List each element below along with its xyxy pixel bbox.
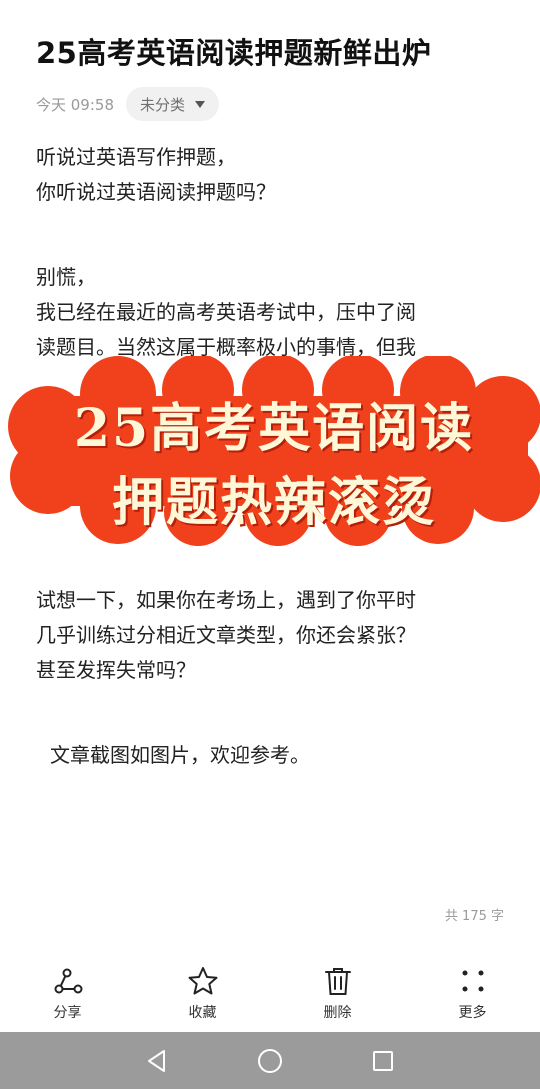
note-body-lower[interactable]: 试想一下，如果你在考场上，遇到了你平时 几乎训练过分相近文章类型，你还会紧张？ … — [36, 583, 506, 773]
body-line: 文章截图如图片，欢迎参考。 — [50, 743, 310, 767]
bottom-toolbar: 分享 收藏 删除 更多 — [0, 958, 540, 1032]
banner-subheadline: 押题热辣滚烫 — [111, 472, 436, 533]
favorite-label: 收藏 — [188, 1005, 217, 1021]
body-line: 听说过英语写作押题， — [36, 145, 236, 169]
system-navigation-bar — [0, 1032, 540, 1089]
caret-down-icon — [195, 100, 206, 108]
word-count: 共 175 字 — [444, 909, 504, 924]
share-button[interactable]: 分享 — [0, 958, 135, 1032]
note-title: 25高考英语阅读押题新鲜出炉 — [36, 36, 432, 70]
recents-square-icon — [373, 1050, 394, 1071]
trash-icon — [324, 968, 351, 995]
more-dots-icon — [462, 970, 483, 992]
home-circle-icon — [257, 1048, 282, 1073]
more-button[interactable]: 更多 — [405, 958, 540, 1032]
body-line: 别慌， — [36, 265, 96, 289]
back-triangle-icon — [147, 1049, 165, 1072]
delete-label: 删除 — [323, 1005, 352, 1021]
body-line: 我已经在最近的高考英语考试中，压中了阅 — [36, 300, 416, 324]
note-time: 今天 09:58 — [36, 95, 114, 114]
recents-button[interactable] — [365, 1043, 401, 1079]
category-label: 未分类 — [140, 95, 186, 114]
category-dropdown[interactable]: 未分类 — [126, 87, 220, 121]
star-icon — [188, 967, 217, 995]
favorite-button[interactable]: 收藏 — [135, 958, 270, 1032]
body-line: 几乎训练过分相近文章类型，你还会紧张？ — [36, 623, 416, 647]
promo-banner-image: 25高考英语阅读 押题热辣滚烫 — [8, 356, 540, 546]
more-label: 更多 — [458, 1005, 487, 1021]
home-button[interactable] — [252, 1043, 288, 1079]
back-button[interactable] — [139, 1043, 175, 1079]
delete-button[interactable]: 删除 — [270, 958, 405, 1032]
body-line: 甚至发挥失常吗？ — [36, 658, 196, 682]
share-icon — [54, 968, 82, 994]
body-line: 试想一下，如果你在考场上，遇到了你平时 — [36, 588, 416, 612]
body-line: 你听说过英语阅读押题吗？ — [36, 180, 276, 204]
banner-headline: 25高考英语阅读 — [73, 398, 475, 459]
meta-row: 今天 09:58 未分类 — [36, 86, 220, 122]
share-label: 分享 — [53, 1005, 82, 1021]
